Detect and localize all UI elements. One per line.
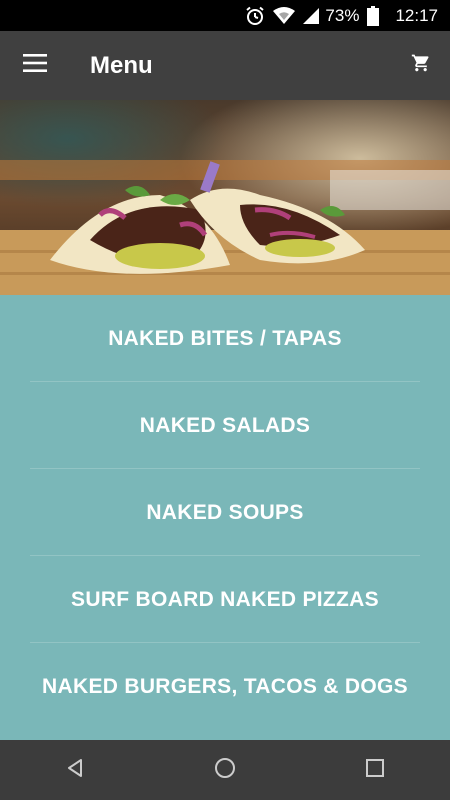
back-icon [65, 758, 85, 783]
shopping-cart-icon [411, 53, 431, 78]
menu-category-label: NAKED BITES / TAPAS [108, 326, 342, 350]
menu-category-label: NAKED SALADS [139, 413, 311, 437]
menu-category-label: NAKED SOUPS [146, 500, 304, 524]
hamburger-menu-icon [23, 54, 47, 77]
recents-icon [366, 758, 384, 782]
page-title: Menu [90, 51, 153, 79]
menu-category-bites-tapas[interactable]: NAKED BITES / TAPAS [0, 295, 450, 382]
clock: 12:17 [395, 5, 438, 25]
home-icon [214, 757, 236, 784]
cell-signal-icon [303, 7, 320, 24]
menu-category-list: NAKED BITES / TAPAS NAKED SALADS NAKED S… [0, 295, 450, 740]
menu-category-soups[interactable]: NAKED SOUPS [0, 469, 450, 556]
screen: 73% 12:17 Menu NAKED BITES / TAPAS NAKED… [0, 0, 450, 800]
status-bar: 73% 12:17 [0, 0, 450, 31]
app-bar: Menu [0, 31, 450, 100]
menu-category-pizzas[interactable]: SURF BOARD NAKED PIZZAS [0, 556, 450, 643]
menu-category-salads[interactable]: NAKED SALADS [0, 382, 450, 469]
tacos-photo [0, 100, 450, 295]
cart-button[interactable] [392, 31, 450, 100]
menu-category-burgers-tacos-dogs[interactable]: NAKED BURGERS, TACOS & DOGS [0, 643, 450, 731]
back-button[interactable] [35, 740, 115, 800]
hero-image [0, 100, 450, 295]
hamburger-menu-button[interactable] [0, 31, 70, 100]
menu-category-label: SURF BOARD NAKED PIZZAS [71, 587, 379, 611]
alarm-icon [245, 6, 265, 26]
battery-percent: 73% [325, 5, 360, 25]
home-button[interactable] [185, 740, 265, 800]
recents-button[interactable] [335, 740, 415, 800]
menu-category-label: NAKED BURGERS, TACOS & DOGS [42, 675, 408, 698]
system-nav-bar [0, 740, 450, 800]
battery-icon [367, 5, 380, 26]
wifi-icon [273, 6, 296, 25]
